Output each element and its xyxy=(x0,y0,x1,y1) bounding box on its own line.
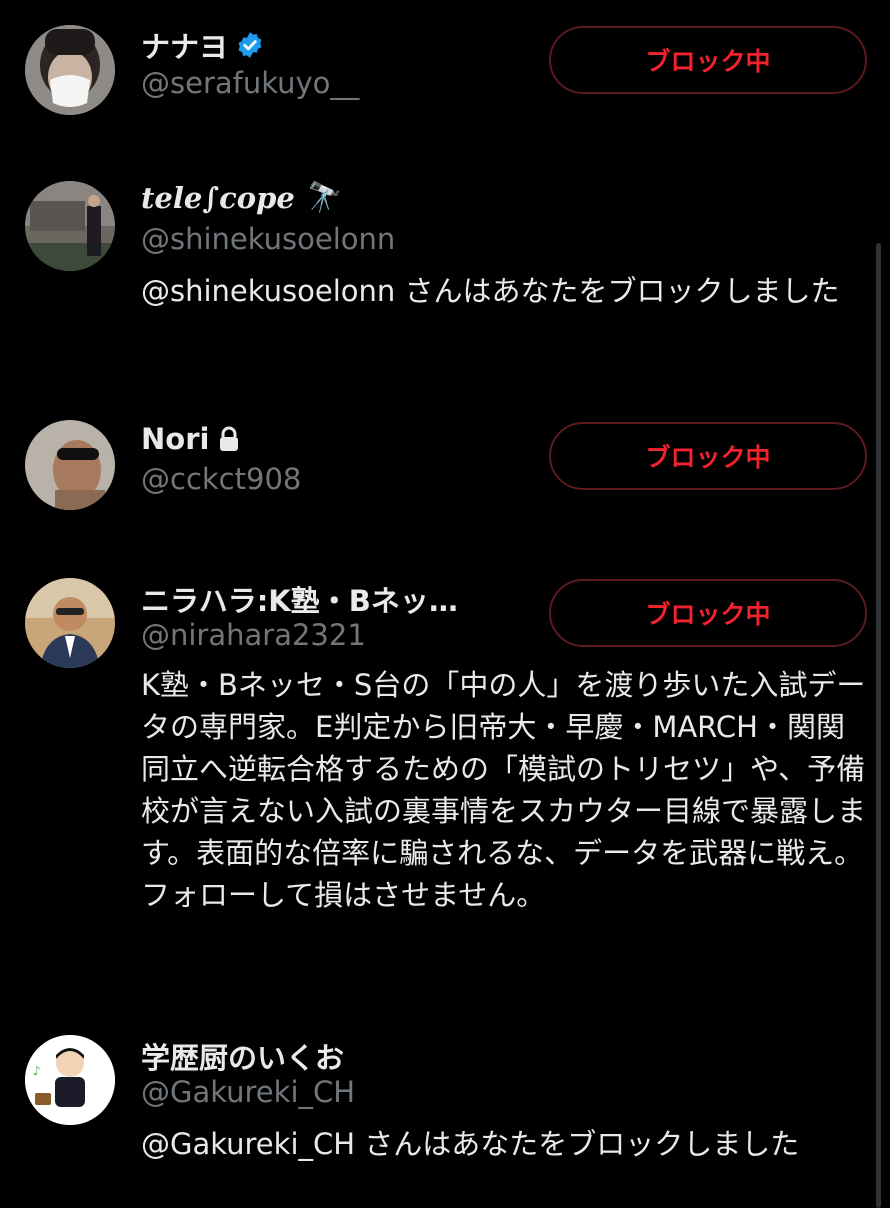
svg-text:♪: ♪ xyxy=(33,1064,41,1078)
user-handle: @Gakureki_CH xyxy=(141,1075,356,1109)
block-status-text: @Gakureki_CH さんはあなたをブロックしました xyxy=(141,1127,800,1161)
user-row[interactable]: ナナヨ @serafukuyo__ ブロック中 xyxy=(0,0,890,150)
avatar[interactable] xyxy=(25,420,115,510)
display-name-text: ナナヨ xyxy=(141,30,229,64)
user-row[interactable]: Nori @cckct908 ブロック中 xyxy=(0,400,890,530)
blocked-button[interactable]: ブロック中 xyxy=(549,26,867,94)
user-handle: @nirahara2321 xyxy=(141,618,366,652)
blocked-button[interactable]: ブロック中 xyxy=(549,422,867,490)
user-row[interactable]: ニラハラ:K塾・Bネッ… @nirahara2321 ブロック中 K塾・Bネッセ… xyxy=(0,560,890,980)
display-name: tele∫cope 🔭 xyxy=(141,180,339,215)
avatar[interactable] xyxy=(25,25,115,115)
telescope-icon: 🔭 xyxy=(302,180,339,214)
display-name: ニラハラ:K塾・Bネッ… xyxy=(141,578,458,620)
user-row[interactable]: ♪ 学歴厨のいくお @Gakureki_CH @Gakureki_CH さんはあ… xyxy=(0,1015,890,1200)
verified-badge-icon xyxy=(238,32,262,58)
lock-icon xyxy=(220,426,239,451)
user-handle: @shinekusoelonn xyxy=(141,222,396,256)
avatar[interactable] xyxy=(25,181,115,271)
display-name-text: Nori xyxy=(141,422,210,456)
blocked-button[interactable]: ブロック中 xyxy=(549,579,867,647)
block-status-text: @shinekusoelonn さんはあなたをブロックしました xyxy=(141,274,840,308)
display-name-text: tele∫cope xyxy=(141,180,295,215)
display-name-text: ニラハラ:K塾・Bネッ… xyxy=(141,584,458,618)
user-handle: @serafukuyo__ xyxy=(141,66,360,100)
scrollbar[interactable] xyxy=(876,243,881,1208)
display-name: ナナヨ xyxy=(141,24,264,66)
avatar[interactable] xyxy=(25,578,115,668)
user-row[interactable]: tele∫cope 🔭 @shinekusoelonn @shinekusoel… xyxy=(0,160,890,370)
display-name: Nori xyxy=(141,422,241,456)
user-bio: K塾・Bネッセ・S台の「中の人」を渡り歩いた入試データの専門家。E判定から旧帝大… xyxy=(141,668,867,912)
display-name-text: 学歴厨のいくお xyxy=(141,1041,345,1075)
display-name: 学歴厨のいくお xyxy=(141,1035,344,1077)
avatar[interactable]: ♪ xyxy=(25,1035,115,1125)
user-handle: @cckct908 xyxy=(141,462,302,496)
